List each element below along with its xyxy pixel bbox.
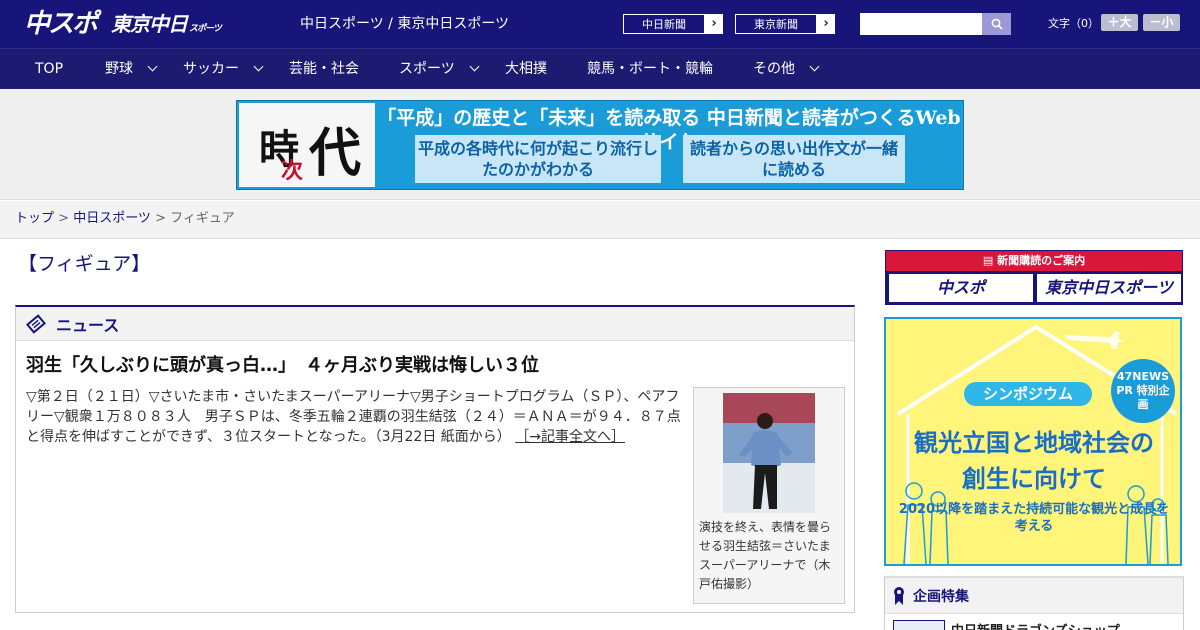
feature-thumbnail[interactable] bbox=[893, 620, 945, 630]
banner-logo-panel: 時 次 代 bbox=[239, 103, 375, 187]
photo-caption: 演技を終え、表情を曇らせる羽生結弦＝さいたまスーパーアリーナで（木戸佑撮影） bbox=[699, 520, 832, 591]
search-icon bbox=[991, 18, 1003, 30]
feature-heading: 企画特集 bbox=[913, 588, 969, 605]
banner-box-history: 平成の各時代に何が起こり流行したのかがわかる bbox=[415, 135, 661, 183]
banner-kanji-dai: 代 bbox=[309, 123, 362, 184]
chevron-down-icon bbox=[809, 61, 820, 72]
breadcrumb-current: フィギュア bbox=[170, 211, 235, 226]
feature-item-link[interactable]: 中日新聞ドラゴンズショップ bbox=[951, 620, 1120, 630]
nav-soccer[interactable]: サッカー bbox=[183, 49, 264, 90]
chevron-down-icon bbox=[147, 61, 158, 72]
chuspo-logo[interactable]: 中スポ bbox=[24, 9, 98, 39]
subscription-box: ▤ 新聞購読のご案内 中スポ 東京中日スポーツ bbox=[885, 250, 1183, 305]
nav-top[interactable]: TOP bbox=[35, 49, 63, 90]
nav-label: 野球 bbox=[105, 61, 133, 77]
chevron-right-icon: › bbox=[823, 16, 829, 31]
skater-photo-graphic bbox=[723, 393, 815, 513]
banner-area: 時 次 代 「平成」の歴史と「未来」を読み取る 中日新聞と読者がつくるWebサイ… bbox=[0, 89, 1200, 200]
article-photo[interactable] bbox=[723, 393, 815, 513]
ad-symposium-label: シンポジウム bbox=[964, 382, 1092, 406]
symposium-ad[interactable]: 47NEWS PR 特別企画 シンポジウム 観光立国と地域社会の 創生に向けて … bbox=[884, 317, 1182, 566]
search-input[interactable] bbox=[860, 13, 982, 35]
chevron-right-icon: › bbox=[711, 16, 717, 31]
nav-sports[interactable]: スポーツ bbox=[399, 49, 480, 90]
breadcrumb-separator: > bbox=[150, 211, 171, 226]
banner-box-essays: 読者からの思い出作文が一緒に読める bbox=[683, 135, 905, 183]
nav-label: その他 bbox=[753, 61, 795, 77]
chunichi-shimbun-link[interactable]: 中日新聞 › bbox=[622, 13, 724, 35]
top-header: 中スポ 東京中日 スポーツ 中日スポーツ / 東京中日スポーツ 中日新聞 › 東京… bbox=[0, 0, 1200, 48]
feature-header: 企画特集 bbox=[885, 578, 1183, 614]
newspaper-icon: ▤ bbox=[982, 254, 998, 267]
site-names: 中日スポーツ / 東京中日スポーツ bbox=[300, 16, 510, 32]
news-header: ニュース bbox=[16, 307, 854, 341]
newspaper-icon bbox=[26, 313, 46, 334]
ad-subtitle: 2020以降を踏まえた持続可能な観光と成長を考える bbox=[898, 502, 1170, 534]
ad-badge: 47NEWS PR 特別企画 bbox=[1111, 359, 1175, 423]
ad-title-line1: 観光立国と地域社会の bbox=[914, 429, 1154, 457]
nav-baseball[interactable]: 野球 bbox=[105, 49, 158, 90]
nav-label: TOP bbox=[35, 61, 64, 77]
ad-title-line2: 創生に向けて bbox=[962, 465, 1106, 493]
news-heading: ニュース bbox=[56, 315, 120, 335]
news-section: ニュース 羽生「久しぶりに頭が真っ白…」 ４ヶ月ぶり実戦は悔しい３位 ▽第２日（… bbox=[15, 305, 855, 613]
nav-entertainment[interactable]: 芸能・社会 bbox=[289, 49, 359, 90]
subscription-heading: ▤ 新聞購読のご案内 bbox=[886, 251, 1182, 271]
breadcrumb: トップ > 中日スポーツ > フィギュア bbox=[0, 201, 1200, 239]
font-size-label: 文字（0） bbox=[1048, 17, 1099, 30]
feature-section: 企画特集 中日新聞ドラゴンズショップ bbox=[884, 576, 1184, 630]
nav-sumo[interactable]: 大相撲 bbox=[505, 49, 547, 90]
nav-label: 芸能・社会 bbox=[289, 61, 359, 77]
tokyo-logo-sub: スポーツ bbox=[189, 24, 222, 34]
tokyo-chunichi-logo[interactable]: 東京中日 スポーツ bbox=[111, 9, 222, 39]
chunichi-shimbun-label: 中日新聞 bbox=[623, 14, 705, 34]
nav-other[interactable]: その他 bbox=[753, 49, 820, 90]
nav-label: 競馬・ボート・競輪 bbox=[587, 61, 713, 77]
nav-label: サッカー bbox=[183, 61, 239, 77]
breadcrumb-section-link[interactable]: 中日スポーツ bbox=[73, 211, 151, 226]
page-title: 【フィギュア】 bbox=[18, 253, 151, 275]
tokyo-shimbun-label: 東京新聞 bbox=[735, 14, 817, 34]
read-more-link[interactable]: ［→記事全文へ］ bbox=[515, 429, 625, 445]
breadcrumb-separator: > bbox=[54, 211, 74, 226]
chevron-down-icon bbox=[469, 61, 480, 72]
subscribe-chuspo-button[interactable]: 中スポ bbox=[889, 274, 1033, 302]
ribbon-icon bbox=[894, 586, 904, 605]
tokyo-shimbun-link[interactable]: 東京新聞 › bbox=[734, 13, 836, 35]
article-body: ▽第２日（２１日）▽さいたま市・さいたまスーパーアリーナ▽男子ショートプログラム… bbox=[26, 387, 686, 447]
font-decrease-button[interactable]: －小 bbox=[1143, 14, 1180, 31]
jidai-banner-ad[interactable]: 時 次 代 「平成」の歴史と「未来」を読み取る 中日新聞と読者がつくるWebサイ… bbox=[236, 100, 964, 190]
subscription-heading-text: 新聞購読のご案内 bbox=[997, 254, 1086, 267]
nav-racing[interactable]: 競馬・ボート・競輪 bbox=[587, 49, 713, 90]
subscribe-tokyo-chunichi-button[interactable]: 東京中日スポーツ bbox=[1037, 274, 1181, 302]
main-nav: TOP 野球 サッカー 芸能・社会 スポーツ 大相撲 競馬・ボート・競輪 その他 bbox=[0, 48, 1200, 89]
nav-label: スポーツ bbox=[399, 61, 455, 77]
breadcrumb-top-link[interactable]: トップ bbox=[15, 211, 54, 226]
article-photo-box: 演技を終え、表情を曇らせる羽生結弦＝さいたまスーパーアリーナで（木戸佑撮影） bbox=[693, 387, 845, 604]
font-increase-button[interactable]: ＋大 bbox=[1101, 14, 1138, 31]
chevron-down-icon bbox=[253, 61, 264, 72]
article-title[interactable]: 羽生「久しぶりに頭が真っ白…」 ４ヶ月ぶり実戦は悔しい３位 bbox=[26, 351, 539, 377]
search-button[interactable] bbox=[982, 13, 1011, 35]
nav-label: 大相撲 bbox=[505, 61, 547, 77]
banner-kanji-tsugi: 次 bbox=[281, 158, 304, 184]
tokyo-logo-text: 東京中日 bbox=[111, 12, 188, 36]
